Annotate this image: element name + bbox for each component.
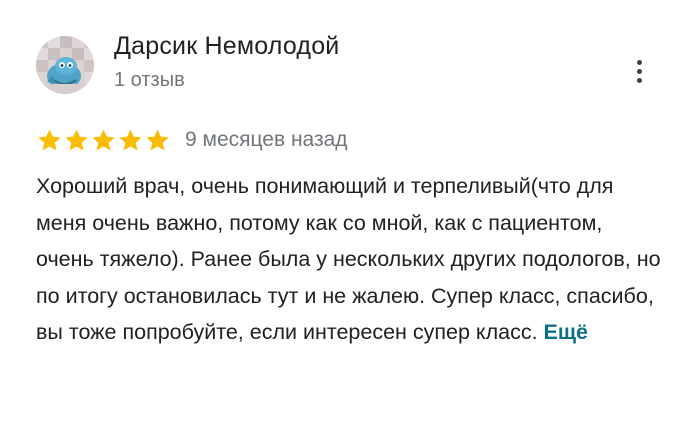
more-vert-icon-dot	[636, 77, 642, 83]
author-review-count: 1 отзыв	[114, 69, 185, 91]
author-info: Дарсик Немолодой 1 отзыв	[114, 31, 339, 93]
rating-row: 9 месяцев назад	[36, 126, 348, 154]
author-name[interactable]: Дарсик Немолодой	[114, 31, 339, 61]
review-text: Хороший врач, очень понимающий и терпели…	[36, 168, 666, 351]
review-header: Дарсик Немолодой 1 отзыв	[36, 32, 339, 94]
star-icon	[146, 128, 169, 150]
star-icon	[38, 128, 61, 150]
star-icon	[92, 128, 115, 150]
more-vert-icon	[636, 59, 642, 65]
review-date: 9 месяцев назад	[185, 128, 348, 151]
read-more-link[interactable]: Ещё	[544, 320, 588, 344]
star-icon	[119, 128, 142, 150]
cartoon-cat-avatar-icon	[36, 36, 94, 94]
author-avatar[interactable]	[36, 36, 94, 94]
more-vert-icon-dot	[636, 68, 642, 74]
more-options-button[interactable]	[624, 56, 654, 86]
review-body: Хороший врач, очень понимающий и терпели…	[36, 174, 661, 344]
star-rating	[36, 127, 171, 154]
review-card: Дарсик Немолодой 1 отзыв 9 месяцев назад…	[0, 0, 695, 436]
star-icon	[65, 128, 88, 150]
